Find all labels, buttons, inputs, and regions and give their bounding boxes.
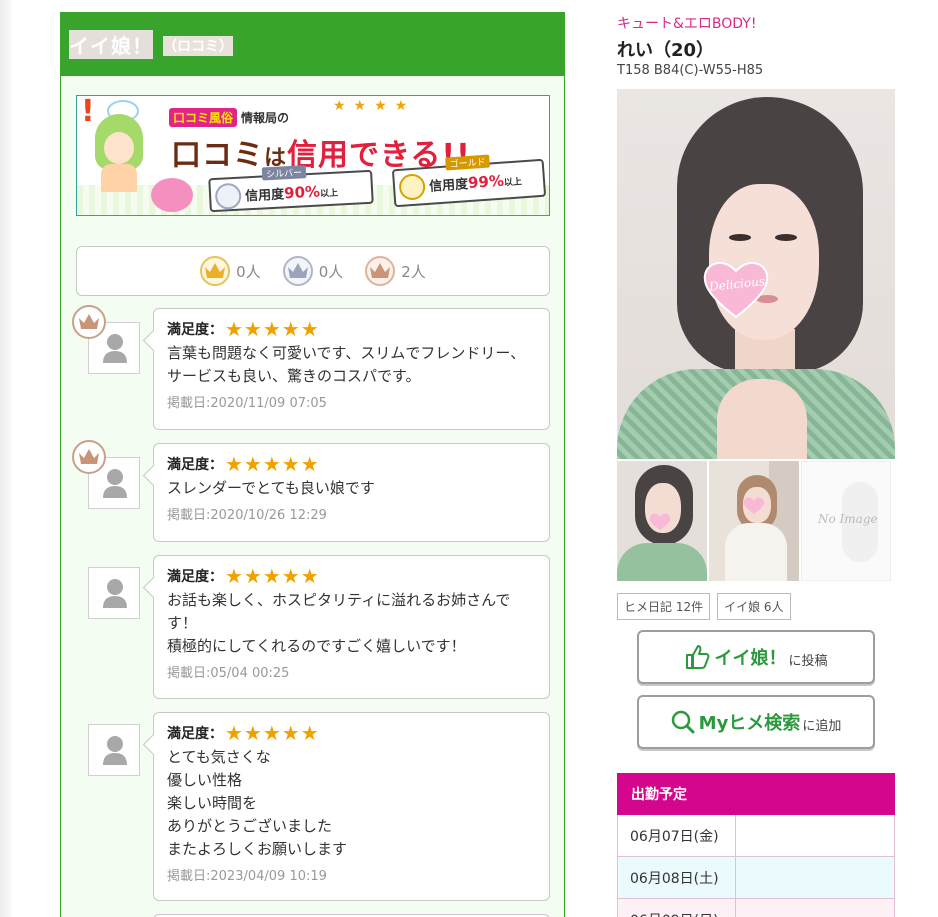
schedule-date: 06月08日(土) <box>618 857 736 898</box>
exclamation-icon: ! <box>81 95 95 129</box>
review-text: スレンダーでとても良い娘です <box>167 479 375 497</box>
schedule-value <box>736 815 894 856</box>
silver-tier-label: シルバー <box>261 165 307 181</box>
thumbs-up-icon <box>686 645 710 669</box>
gold-count: 0人 <box>236 262 261 281</box>
page-edge <box>0 0 12 917</box>
schedule-title: 出勤予定 <box>617 773 895 815</box>
bronze-rank-icon <box>72 305 106 339</box>
profile-category: キュート&エロBODY! <box>617 16 757 32</box>
rating-stars: ★★★★★ <box>225 317 320 341</box>
review-panel-title: イイ娘！ <box>69 29 153 59</box>
heart-icon <box>743 497 765 514</box>
review-bubble: 満足度： ★★★★★ お話も楽しく、ホスピタリティに溢れるお姉さんです！ 積極的… <box>153 555 550 699</box>
review-bubble: 満足度： ★★★★★ 言葉も問題なく可愛いです、スリムでフレンドリー、サービスも… <box>153 308 550 430</box>
rating-stars: ★★★★★ <box>225 452 320 476</box>
no-image-text: No Image <box>818 512 878 526</box>
sparkle-stars-icon: ★★★★ <box>333 98 416 114</box>
rating-row: 満足度： ★★★★★ <box>167 566 536 586</box>
thumbnail-1[interactable] <box>617 461 707 581</box>
thumbnail-strip: No Image <box>617 461 891 581</box>
banner-headline-a: 口コミ <box>171 138 264 173</box>
gold-tier-label: ゴールド <box>445 154 490 171</box>
search-icon <box>671 710 695 734</box>
schedule-date: 06月07日(金) <box>618 815 736 856</box>
profile-size: T158 B84(C)-W55-H85 <box>617 63 764 78</box>
review-bubble: 満足度： ★★★★★ とても気さくな 優しい性格 楽しい時間を ありがとうござい… <box>153 712 550 901</box>
tag-iiko[interactable]: イイ娘 6人 <box>717 593 791 620</box>
silver-count: 0人 <box>318 262 344 281</box>
gold-crown-icon <box>398 173 427 201</box>
schedule-value <box>736 857 894 898</box>
post-iiko-button[interactable]: イイ娘！ に投稿 <box>637 630 875 684</box>
schedule-value <box>736 899 894 917</box>
schedule-table: 出勤予定 06月07日(金) 06月08日(土) 06月09日(日) <box>617 773 895 917</box>
banner-logo-sub: 情報局の <box>241 111 290 125</box>
bronze-rank-icon <box>72 440 106 474</box>
rating-label: 満足度： <box>167 322 223 338</box>
review-panel: イイ娘！ （ロコミ） ! 口コミ風俗 情報局の ★★★★ 口コミは信用できる!!… <box>60 12 565 917</box>
thumbnail-2[interactable] <box>709 461 799 581</box>
review-text: 言葉も問題なく可愛いです、スリムでフレンドリー、サービスも良い、驚きのコスパです… <box>167 344 526 385</box>
main-photo[interactable]: Delicious <box>617 89 895 459</box>
user-avatar-icon <box>88 724 140 776</box>
thumbnail-no-image: No Image <box>801 461 891 581</box>
rating-stars: ★★★★★ <box>225 721 320 745</box>
my-hime-search-label: Myヒメ検索 <box>698 713 801 734</box>
bronze-crown-count: 2人 <box>365 256 426 286</box>
profile-tags: ヒメ日記 12件 イイ娘 6人 <box>617 593 791 620</box>
gold-trust-text: 信用度99%以上 <box>428 171 523 195</box>
rating-row: 満足度： ★★★★★ <box>167 723 536 743</box>
review-text: とても気さくな 優しい性格 楽しい時間を ありがとうございました またよろしくお… <box>167 748 348 858</box>
review-panel-subtitle: （ロコミ） <box>163 35 233 56</box>
review-date: 掲載日:2020/11/09 07:05 <box>167 396 327 411</box>
my-hime-search-sub: に追加 <box>802 718 842 734</box>
gold-crown-icon <box>200 256 231 286</box>
schedule-date: 06月09日(日) <box>618 899 736 917</box>
schedule-row: 06月08日(土) <box>617 857 895 899</box>
silver-crown-count: 0人 <box>282 256 344 286</box>
my-hime-search-button[interactable]: Myヒメ検索 に追加 <box>637 695 875 749</box>
review-date: 掲載日:2023/04/09 10:19 <box>167 869 327 884</box>
rating-label: 満足度： <box>167 726 223 742</box>
review-text: お話も楽しく、ホスピタリティに溢れるお姉さんです！ 積極的にしてくれるのですごく… <box>167 591 511 655</box>
silver-crown-icon <box>282 256 313 286</box>
post-iiko-sub: に投稿 <box>788 653 828 669</box>
rating-label: 満足度： <box>167 457 223 473</box>
crown-summary: 0人 0人 2人 <box>76 246 550 296</box>
rating-label: 満足度： <box>167 569 223 585</box>
bronze-crown-icon <box>365 256 396 286</box>
rating-row: 満足度： ★★★★★ <box>167 454 536 474</box>
gold-crown-count: 0人 <box>200 256 261 286</box>
rating-row: 満足度： ★★★★★ <box>167 319 536 339</box>
silver-trust-text: 信用度90%以上 <box>244 182 339 205</box>
schedule-row: 06月07日(金) <box>617 815 895 857</box>
silver-crown-icon <box>214 182 242 210</box>
user-avatar-icon <box>88 567 140 619</box>
review-bubble: 満足度： ★★★★★ スレンダーでとても良い娘です 掲載日:2020/10/26… <box>153 443 550 542</box>
profile-name: れい（20） <box>617 40 715 61</box>
heart-icon <box>649 513 671 530</box>
banner-logo: 口コミ風俗 情報局の <box>169 108 289 127</box>
review-date: 掲載日:05/04 00:25 <box>167 666 290 681</box>
kuchikomi-banner[interactable]: ! 口コミ風俗 情報局の ★★★★ 口コミは信用できる!! シルバー 信用度90… <box>76 95 550 216</box>
rating-stars: ★★★★★ <box>225 564 320 588</box>
tag-hime-diary[interactable]: ヒメ日記 12件 <box>617 593 711 620</box>
schedule-row: 06月09日(日) <box>617 899 895 917</box>
mascot-creature-icon <box>151 178 193 212</box>
banner-logo-main: 口コミ風俗 <box>169 108 238 127</box>
mascot-girl-icon <box>95 114 143 192</box>
review-panel-header: イイ娘！ （ロコミ） <box>61 12 564 76</box>
review-date: 掲載日:2020/10/26 12:29 <box>167 508 327 523</box>
bronze-count: 2人 <box>401 262 426 281</box>
post-iiko-label: イイ娘！ <box>714 648 787 669</box>
